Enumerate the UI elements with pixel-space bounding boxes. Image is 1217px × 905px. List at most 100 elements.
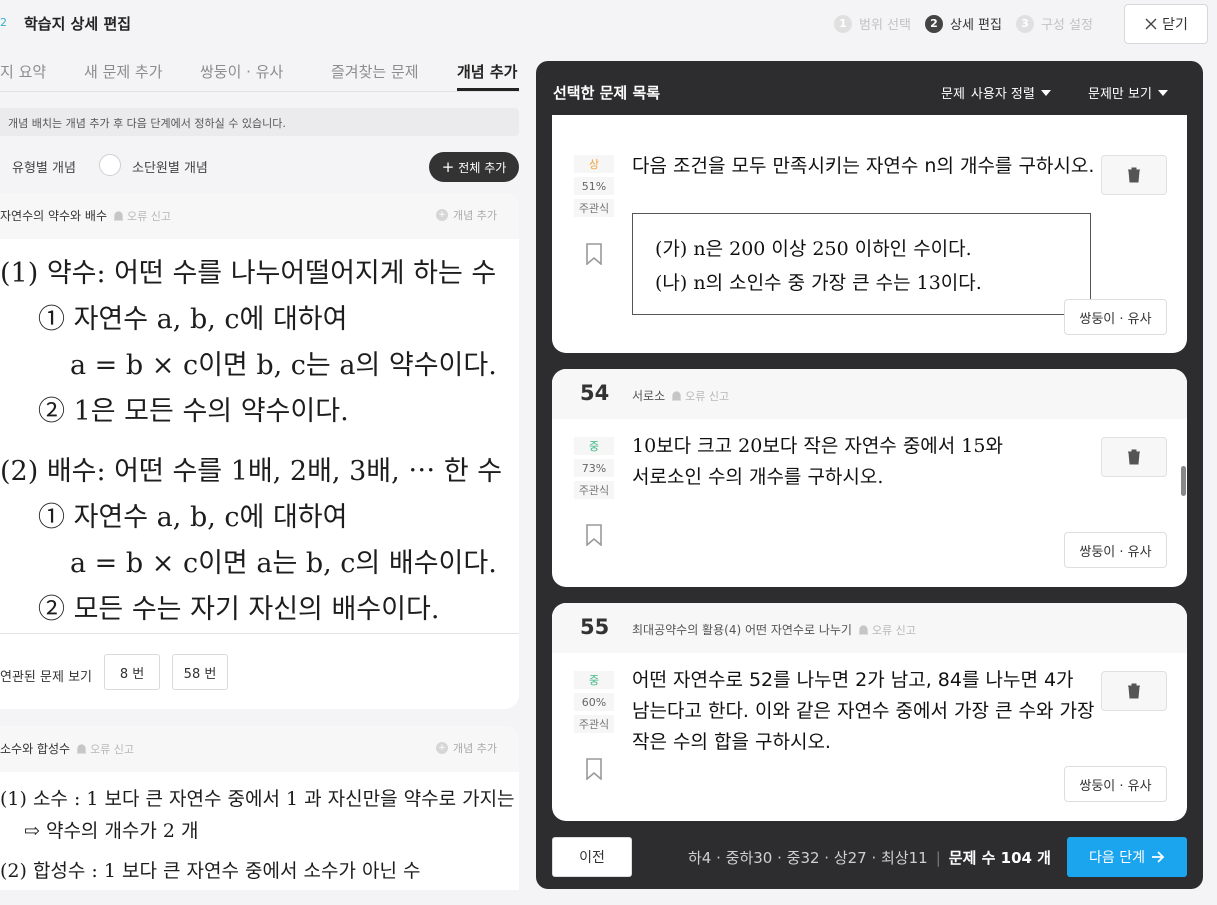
difficulty-badge: 중	[574, 671, 614, 689]
related-question-button[interactable]: 58 번	[172, 654, 228, 690]
add-all-label: 전체 추가	[458, 160, 507, 175]
difficulty-badge: 중	[574, 437, 614, 455]
add-concept-label: 개념 추가	[453, 742, 497, 755]
tab-favorites[interactable]: 즐겨찾는 문제	[331, 61, 419, 82]
next-step-button[interactable]: 다음 단계	[1067, 837, 1187, 877]
concept-filter-row: 유형별 개념 소단원별 개념 + 전체 추가	[0, 152, 520, 182]
question-text: 어떤 자연수로 52를 나누면 2가 남고, 84를 나누면 4가	[632, 669, 1074, 691]
question-number: 55	[580, 615, 610, 639]
similar-button[interactable]: 쌍둥이 · 유사	[1064, 299, 1167, 335]
add-concept-label: 개념 추가	[453, 209, 497, 222]
question-number: 54	[580, 381, 610, 405]
tab-add-concept[interactable]: 개념 추가	[457, 61, 517, 82]
close-icon	[1145, 18, 1157, 30]
concept-card: 자연수의 약수와 배수 오류 신고 + 개념 추가 (1) 약수: 어떤 수를 …	[0, 193, 519, 709]
concept-title: 소수와 합성수 오류 신고	[0, 740, 134, 757]
tab-summary[interactable]: 지 요약	[0, 61, 46, 82]
top-bar: 2 학습지 상세 편집 1 범위 선택 2 상세 편집 3 구성 설정 닫기	[0, 0, 1217, 48]
selected-questions-panel: 선택한 문제 목록 문제 사용자 정렬 문제만 보기 상 51% 주관식 다음 …	[536, 61, 1203, 889]
report-error-link[interactable]: 오류 신고	[113, 208, 171, 224]
step-range-select[interactable]: 1 범위 선택	[834, 14, 911, 33]
step-label: 구성 설정	[1040, 18, 1093, 33]
question-badges: 상 51% 주관식	[574, 155, 614, 217]
question-type: 주관식	[574, 199, 614, 217]
bookmark-icon[interactable]	[585, 758, 603, 780]
concept-line: a = b × c이면 a는 b, c의 배수이다.	[70, 548, 497, 579]
step-detail-edit[interactable]: 2 상세 편집	[924, 14, 1002, 33]
step-composition[interactable]: 3 구성 설정	[1015, 14, 1093, 33]
question-topic: 최대공약수의 활용(4) 어떤 자연수로 나누기	[632, 623, 852, 637]
question-card: 54 서로소 오류 신고 중 73% 주관식 10보다 크고 20보다 작은 자…	[552, 369, 1187, 587]
notice-banner: 개념 배치는 개념 추가 후 다음 단계에서 정하실 수 있습니다.	[0, 108, 519, 136]
bookmark-icon[interactable]	[585, 243, 603, 265]
radio-by-type[interactable]: 유형별 개념	[12, 157, 76, 176]
question-text: 다음 조건을 모두 만족시키는 자연수 n의 개수를 구하시오.	[632, 155, 1095, 177]
concept-line: (1) 소수 : 1 보다 큰 자연수 중에서 1 과 자신만을 약수로 가지는…	[0, 788, 519, 810]
view-dropdown[interactable]: 문제만 보기	[1088, 83, 1168, 102]
question-header: 55 최대공약수의 활용(4) 어떤 자연수로 나누기 오류 신고	[552, 603, 1187, 653]
condition-line: (나) n의 소인수 중 가장 큰 수는 13이다.	[655, 272, 982, 294]
view-label: 문제만 보기	[1088, 87, 1152, 102]
concept-line: ① 자연수 a, b, c에 대하여	[38, 502, 348, 533]
condition-line: (가) n은 200 이상 250 이하인 수이다.	[655, 238, 972, 260]
report-label: 오류 신고	[871, 623, 916, 637]
concept-line: (1) 약수: 어떤 수를 나누어떨어지게 하는 수	[0, 258, 497, 289]
question-text: 작은 수의 합을 구하시오.	[632, 731, 831, 753]
concept-card: 소수와 합성수 오류 신고 + 개념 추가 (1) 소수 : 1 보다 큰 자연…	[0, 726, 519, 890]
report-error-link[interactable]: 오류 신고	[858, 622, 916, 638]
question-badges: 중 60% 주관식	[574, 671, 614, 733]
add-all-button[interactable]: + 전체 추가	[429, 152, 519, 182]
similar-button[interactable]: 쌍둥이 · 유사	[1064, 532, 1167, 568]
step-label: 상세 편집	[949, 18, 1002, 33]
tab-twin-similar[interactable]: 쌍둥이 · 유사	[200, 61, 283, 82]
scrollbar-thumb[interactable]	[1181, 466, 1186, 496]
related-question-button[interactable]: 8 번	[104, 654, 160, 690]
similar-button[interactable]: 쌍둥이 · 유사	[1064, 766, 1167, 802]
report-error-link[interactable]: 오류 신고	[76, 741, 134, 757]
related-label: 연관된 문제 보기	[0, 670, 92, 685]
step-number: 1	[834, 14, 852, 33]
report-label: 오류 신고	[90, 742, 135, 756]
difficulty-badge: 상	[574, 155, 614, 173]
step-progress: 1 범위 선택 2 상세 편집 3 구성 설정	[834, 14, 1093, 33]
plus-circle-icon: +	[436, 742, 449, 754]
delete-button[interactable]	[1101, 437, 1167, 477]
trash-icon	[1128, 683, 1140, 699]
question-title: 최대공약수의 활용(4) 어떤 자연수로 나누기 오류 신고	[632, 621, 916, 638]
question-text: 서로소인 수의 개수를 구하시오.	[632, 466, 884, 488]
panel-footer: 이전 하4 · 중하30 · 중32 · 상27 · 최상11 | 문제 수 1…	[536, 831, 1203, 889]
prev-button[interactable]: 이전	[552, 837, 632, 877]
concept-header: 소수와 합성수 오류 신고 + 개념 추가	[0, 726, 519, 772]
step-number: 2	[924, 14, 943, 33]
condition-box: (가) n은 200 이상 250 이하인 수이다. (나) n의 소인수 중 …	[632, 213, 1091, 315]
question-count: 문제 수 104 개	[948, 849, 1051, 867]
add-concept-button[interactable]: + 개념 추가	[436, 740, 497, 756]
close-button[interactable]: 닫기	[1124, 4, 1208, 44]
concept-line: ② 모든 수는 자기 자신의 배수이다.	[38, 594, 440, 625]
active-tab-indicator	[457, 88, 519, 91]
report-error-link[interactable]: 오류 신고	[671, 388, 729, 404]
radio-by-subunit[interactable]: 소단원별 개념	[132, 157, 208, 176]
sort-dropdown[interactable]: 문제 사용자 정렬	[941, 83, 1051, 102]
question-type: 주관식	[574, 715, 614, 733]
question-type: 주관식	[574, 481, 614, 499]
question-title: 서로소 오류 신고	[632, 387, 729, 404]
bookmark-icon[interactable]	[585, 524, 603, 546]
radio-button[interactable]	[99, 154, 121, 176]
concept-line: (2) 합성수 : 1 보다 큰 자연수 중에서 소수가 아닌 수	[0, 860, 421, 882]
report-label: 오류 신고	[685, 389, 730, 403]
question-topic: 서로소	[632, 389, 666, 403]
panel-title: 선택한 문제 목록	[553, 84, 661, 102]
concept-line: a = b × c이면 b, c는 a의 약수이다.	[70, 350, 497, 381]
siren-icon	[858, 625, 869, 635]
report-label: 오류 신고	[127, 209, 171, 223]
add-concept-button[interactable]: + 개념 추가	[436, 207, 497, 223]
delete-button[interactable]	[1101, 155, 1167, 195]
trash-icon	[1128, 167, 1140, 183]
difficulty-stats: 하4 · 중하30 · 중32 · 상27 · 최상11 | 문제 수 104 …	[688, 847, 1051, 868]
tab-new-question[interactable]: 새 문제 추가	[84, 61, 163, 82]
question-text: 10보다 크고 20보다 작은 자연수 중에서 15와	[632, 435, 1003, 457]
step-number: 3	[1015, 14, 1034, 33]
delete-button[interactable]	[1101, 671, 1167, 711]
concept-header: 자연수의 약수와 배수 오류 신고 + 개념 추가	[0, 193, 519, 239]
